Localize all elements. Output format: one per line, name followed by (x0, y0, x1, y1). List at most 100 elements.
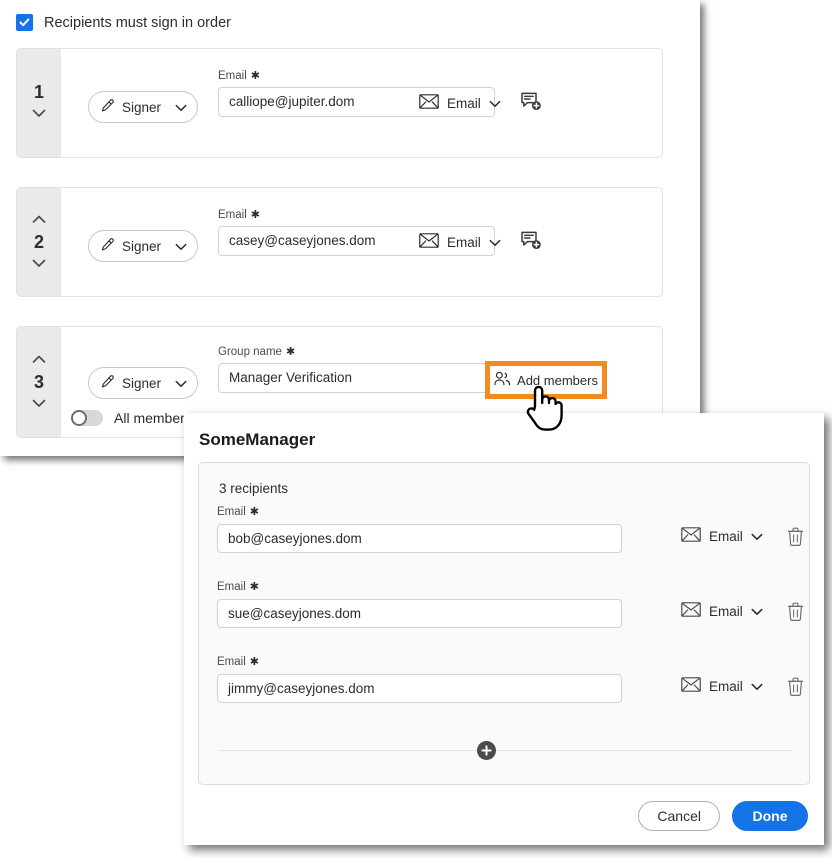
required-asterisk: ✱ (249, 506, 259, 519)
pen-icon (99, 98, 115, 117)
member-row-3: Email ✱ jimmy@caseyjones.dom Email (217, 656, 803, 703)
field-label-text: Email (217, 506, 246, 518)
envelope-icon (681, 677, 701, 695)
member-email-value: sue@caseyjones.dom (228, 605, 362, 621)
role-label-3: Signer (122, 375, 162, 391)
move-up-icon[interactable] (32, 351, 46, 369)
envelope-icon (681, 602, 701, 620)
member-delivery-dropdown-2[interactable]: Email (681, 602, 763, 620)
email-field-label-2: Email ✱ (218, 209, 495, 222)
recipient-order-number-3: 3 (33, 372, 44, 392)
recipients-count-label: 3 recipients (219, 481, 289, 496)
dialog-title: SomeManager (199, 430, 316, 449)
member-delivery-dropdown-3[interactable]: Email (681, 677, 763, 695)
member-email-label-2: Email ✱ (217, 581, 793, 594)
recipient-order-number-1: 1 (33, 82, 44, 102)
recipient-order-column-3: 3 (17, 327, 61, 437)
delivery-method-dropdown-1[interactable]: Email (419, 94, 501, 112)
chevron-down-icon (751, 604, 763, 619)
chevron-down-icon (175, 239, 187, 254)
role-label-2: Signer (122, 238, 162, 254)
sign-in-order-label: Recipients must sign in order (44, 14, 231, 31)
member-email-value: jimmy@caseyjones.dom (228, 680, 375, 696)
move-up-icon[interactable] (32, 211, 46, 229)
member-email-input-2[interactable]: sue@caseyjones.dom (217, 598, 622, 628)
add-recipient-divider (219, 750, 791, 751)
role-dropdown-2[interactable]: Signer (88, 230, 198, 262)
email-field-label-1: Email ✱ (218, 70, 495, 83)
field-label-text: Email (217, 581, 246, 593)
member-email-label-3: Email ✱ (217, 656, 793, 669)
recipient-order-column-1: 1 (17, 49, 61, 157)
member-delivery-label-3: Email (709, 678, 743, 694)
required-asterisk: ✱ (285, 346, 296, 359)
role-dropdown-3[interactable]: Signer (88, 367, 198, 399)
delete-member-button-2[interactable] (787, 602, 804, 622)
delete-member-button-1[interactable] (787, 527, 804, 547)
member-email-label-1: Email ✱ (217, 506, 793, 519)
email-input-value: casey@caseyjones.dom (229, 233, 376, 248)
pen-icon (99, 374, 115, 393)
chevron-down-icon (175, 100, 187, 115)
envelope-icon (419, 233, 439, 251)
group-name-input[interactable]: Manager Verification (218, 362, 495, 393)
delivery-method-dropdown-2[interactable]: Email (419, 233, 501, 251)
add-members-button[interactable]: Add members (490, 366, 602, 394)
chevron-down-icon (489, 96, 501, 111)
member-delivery-label-2: Email (709, 603, 743, 619)
add-members-dialog: SomeManager 3 recipients Email ✱ bob@cas… (184, 413, 824, 845)
member-delivery-label-1: Email (709, 528, 743, 544)
field-label-text: Email (218, 70, 247, 82)
required-asterisk: ✱ (249, 656, 259, 669)
people-icon (494, 371, 511, 389)
recipient-order-number-2: 2 (33, 232, 44, 252)
required-asterisk: ✱ (250, 209, 260, 222)
recipient-body-2: Signer Email ✱ casey@caseyjones.dom Emai (61, 188, 662, 296)
member-email-value: bob@caseyjones.dom (228, 530, 362, 546)
role-dropdown-1[interactable]: Signer (88, 91, 198, 123)
add-recipient-button[interactable] (477, 741, 496, 760)
chevron-down-icon (175, 376, 187, 391)
field-label-text: Email (217, 656, 246, 668)
move-down-icon[interactable] (32, 105, 46, 123)
move-down-icon[interactable] (32, 395, 46, 413)
required-asterisk: ✱ (250, 70, 260, 83)
add-private-message-button-2[interactable] (521, 231, 542, 251)
recipient-body-1: Signer Email ✱ calliope@jupiter.dom Emai (61, 49, 662, 157)
cancel-button[interactable]: Cancel (638, 801, 720, 831)
recipient-order-column-2: 2 (17, 188, 61, 296)
all-members-toggle[interactable] (71, 410, 103, 426)
role-label-1: Signer (122, 99, 162, 115)
member-delivery-dropdown-1[interactable]: Email (681, 527, 763, 545)
group-name-input-value: Manager Verification (229, 370, 353, 385)
chevron-down-icon (489, 235, 501, 250)
add-members-label: Add members (517, 372, 598, 388)
recipient-card-2: 2 Signer Email ✱ casey@caseyjones.dom Em… (16, 187, 663, 297)
dialog-members-card: 3 recipients Email ✱ bob@caseyjones.dom … (198, 462, 810, 785)
add-private-message-button-1[interactable] (521, 92, 542, 112)
delete-member-button-3[interactable] (787, 677, 804, 697)
sign-in-order-checkbox[interactable] (16, 14, 33, 31)
group-name-field-label: Group name ✱ (218, 346, 495, 359)
required-asterisk: ✱ (249, 581, 259, 594)
chevron-down-icon (751, 529, 763, 544)
member-email-input-3[interactable]: jimmy@caseyjones.dom (217, 673, 622, 703)
sign-in-order-row[interactable]: Recipients must sign in order (16, 14, 231, 31)
dialog-footer: Cancel Done (184, 801, 824, 831)
delivery-method-label-2: Email (447, 234, 481, 250)
group-name-field-wrap: Group name ✱ Manager Verification (218, 346, 495, 393)
recipient-card-1: 1 Signer Email ✱ calliope@jupiter.dom Em… (16, 48, 663, 158)
field-label-text: Email (218, 209, 247, 221)
member-row-2: Email ✱ sue@caseyjones.dom Email (217, 581, 803, 628)
done-button[interactable]: Done (732, 801, 808, 831)
chevron-down-icon (751, 679, 763, 694)
recipients-panel: Recipients must sign in order 1 Signer E (0, 0, 700, 456)
envelope-icon (419, 94, 439, 112)
move-down-icon[interactable] (32, 255, 46, 273)
pen-icon (99, 237, 115, 256)
delivery-method-label-1: Email (447, 95, 481, 111)
email-input-value: calliope@jupiter.dom (229, 94, 355, 109)
member-email-input-1[interactable]: bob@caseyjones.dom (217, 523, 622, 553)
member-row-1: Email ✱ bob@caseyjones.dom Email (217, 506, 803, 553)
field-label-text: Group name (218, 346, 282, 358)
